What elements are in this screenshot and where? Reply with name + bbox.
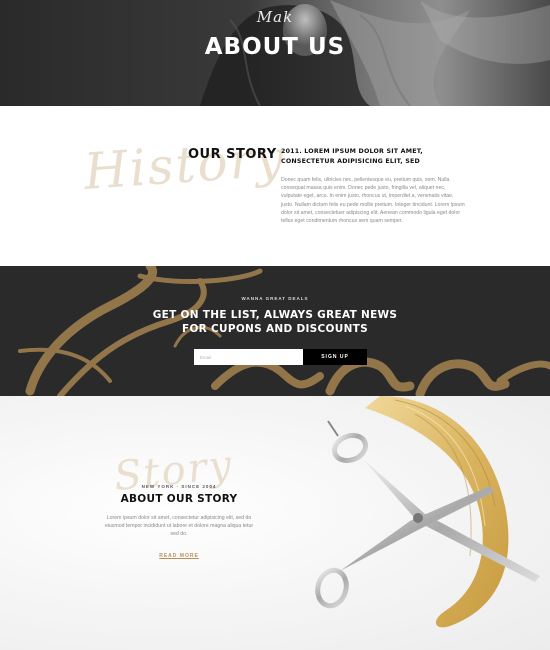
- hero-script-logo: Mak: [256, 8, 294, 26]
- hero-banner: Mak ABOUT US: [0, 0, 550, 106]
- about-heading: ABOUT OUR STORY: [120, 493, 238, 505]
- history-script-watermark: History: [82, 129, 288, 201]
- about-body: Lorem ipsum dolor sit amet, consectetur …: [104, 515, 254, 538]
- our-story-section: History OUR STORY 2011. LOREM IPSUM DOLO…: [0, 106, 550, 266]
- newsletter-title: GET ON THE LIST, ALWAYS GREAT NEWS FOR C…: [152, 309, 398, 335]
- our-story-subtitle: 2011. LOREM IPSUM DOLOR SIT AMET, CONSEC…: [281, 148, 423, 165]
- our-story-heading: OUR STORY: [188, 147, 277, 162]
- about-our-story-section: Story NEW YORK · SINCE 2004 ABOUT OUR ST…: [0, 396, 550, 650]
- email-input[interactable]: [194, 349, 303, 365]
- our-story-body: Donec quam felis, ultricies nec, pellent…: [281, 177, 465, 225]
- scissors-and-hair-photo: [315, 396, 540, 628]
- page-title: ABOUT US: [204, 34, 346, 60]
- about-eyebrow: NEW YORK · SINCE 2004: [141, 484, 217, 489]
- newsletter-eyebrow: WANNA GREAT DEALS: [241, 296, 309, 301]
- read-more-link[interactable]: READ MORE: [100, 553, 258, 559]
- newsletter-section: WANNA GREAT DEALS GET ON THE LIST, ALWAY…: [0, 266, 550, 396]
- sign-up-button[interactable]: SIGN UP: [303, 349, 367, 365]
